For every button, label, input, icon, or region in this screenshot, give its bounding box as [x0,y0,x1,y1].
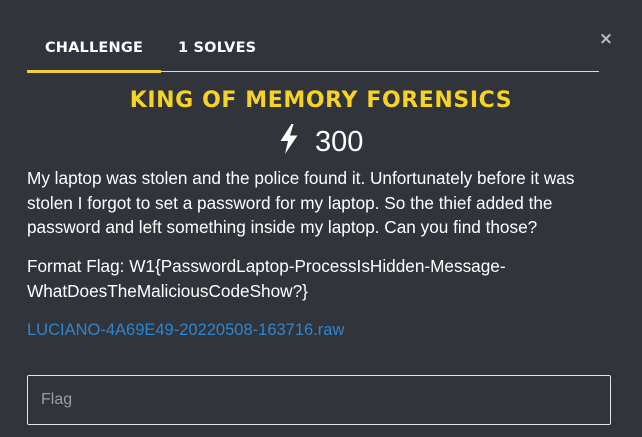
tab-solves[interactable]: 1 Solves [178,33,278,70]
tab-bar: Challenge 1 Solves [27,33,599,73]
challenge-file-link[interactable]: LUCIANO-4A69E49-20220508-163716.raw [27,318,344,342]
format-flag-line-1: Format Flag: W1{PasswordLaptop-ProcessIs… [27,256,506,276]
challenge-modal: × Challenge 1 Solves King of Memory Fore… [0,0,642,437]
flag-input[interactable] [27,375,611,425]
challenge-title: King of Memory Forensics [129,88,513,113]
tab-challenge[interactable]: Challenge [27,33,161,73]
format-flag-line-2: WhatDoesTheMaliciousCodeShow?} [27,280,308,301]
challenge-description: My laptop was stolen and the police foun… [27,168,575,237]
points-value: 300 [315,126,364,158]
close-icon[interactable]: × [599,29,613,49]
format-flag-text: Format Flag: W1{PasswordLaptop-ProcessIs… [27,254,587,303]
challenge-points: 300 [0,124,642,160]
lightning-bolt-icon [280,124,298,154]
close-button[interactable]: × [598,30,614,48]
